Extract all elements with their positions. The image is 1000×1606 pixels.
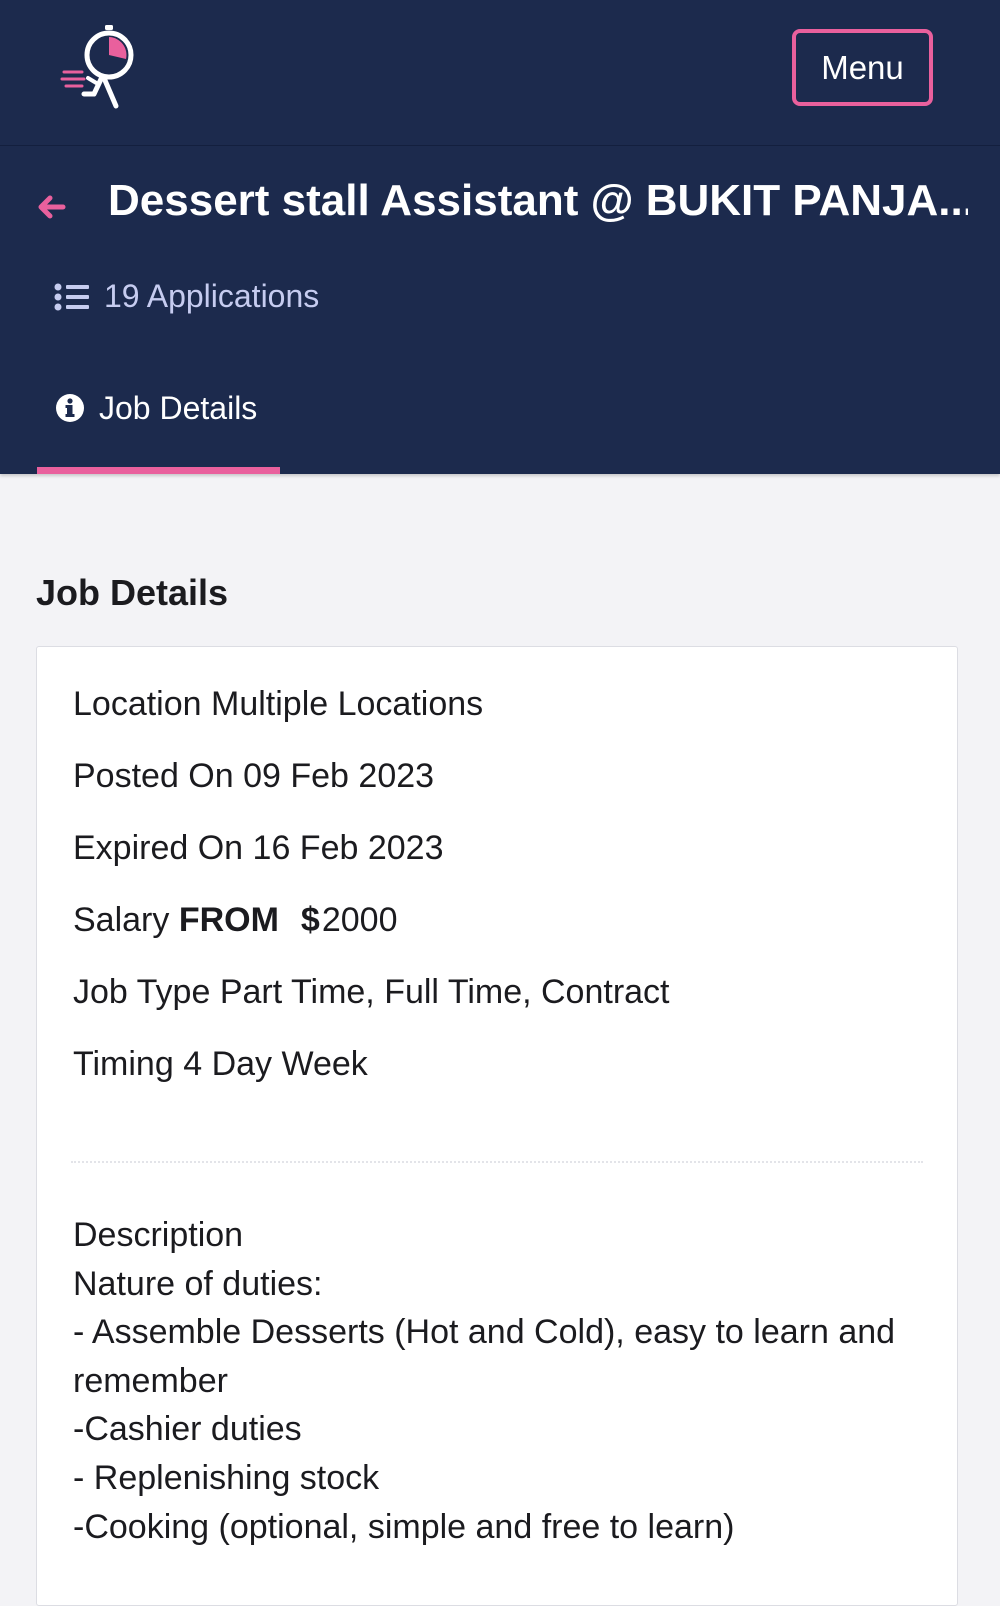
applications-link[interactable]: 19 Applications [54, 278, 319, 315]
description-line: -Cooking (optional, simple and free to l… [73, 1507, 735, 1546]
posted-on-value: 09 Feb 2023 [243, 757, 435, 795]
salary-label: Salary [73, 901, 170, 939]
job-type-value: Part Time, Full Time, Contract [219, 973, 670, 1011]
divider [71, 1161, 923, 1163]
description-heading: Description [73, 1216, 244, 1254]
active-tab-indicator [37, 467, 280, 474]
posted-on-row: Posted On 09 Feb 2023 [73, 757, 434, 796]
expired-on-row: Expired On 16 Feb 2023 [73, 829, 443, 868]
description-line: -Cashier duties [73, 1410, 302, 1449]
description-line: remember [73, 1361, 228, 1400]
job-header: Dessert stall Assistant @ BUKIT PANJA...… [0, 146, 1000, 474]
expired-on-value: 16 Feb 2023 [252, 829, 444, 867]
job-type-label: Job Type [73, 973, 211, 1011]
page-title: Dessert stall Assistant @ BUKIT PANJA... [108, 176, 968, 225]
top-navbar: Menu [0, 0, 1000, 146]
salary-from: FROM [178, 901, 279, 939]
arrow-left-icon[interactable] [36, 190, 68, 222]
list-icon [54, 283, 89, 310]
job-type-row: Job Type Part Time, Full Time, Contract [73, 973, 670, 1012]
job-details-card: Location Multiple Locations Posted On 09… [36, 646, 958, 1606]
timing-label: Timing [73, 1045, 174, 1083]
section-heading: Job Details [36, 572, 229, 613]
tab-label: Job Details [99, 390, 258, 426]
description-line: - Assemble Desserts (Hot and Cold), easy… [73, 1313, 896, 1352]
timing-value: 4 Day Week [183, 1045, 368, 1083]
running-stopwatch-logo-icon[interactable] [58, 22, 144, 112]
location-row: Location Multiple Locations [73, 685, 483, 724]
applications-count: 19 Applications [104, 278, 320, 314]
salary-row: Salary FROM $2000 [73, 901, 397, 940]
description-line: - Replenishing stock [73, 1458, 380, 1497]
info-circle-icon [56, 394, 84, 422]
tab-job-details[interactable]: Job Details [37, 368, 280, 474]
location-label: Location [73, 685, 202, 723]
location-value: Multiple Locations [211, 685, 484, 723]
salary-value: 2000 [321, 901, 398, 939]
expired-on-label: Expired On [73, 829, 244, 867]
timing-row: Timing 4 Day Week [73, 1045, 368, 1084]
description-line: Nature of duties: [73, 1264, 323, 1303]
description-block: Description Nature of duties: - Assemble… [73, 1211, 933, 1551]
menu-button[interactable]: Menu [792, 29, 933, 106]
dollar-icon: $ [300, 901, 320, 939]
posted-on-label: Posted On [73, 757, 234, 795]
